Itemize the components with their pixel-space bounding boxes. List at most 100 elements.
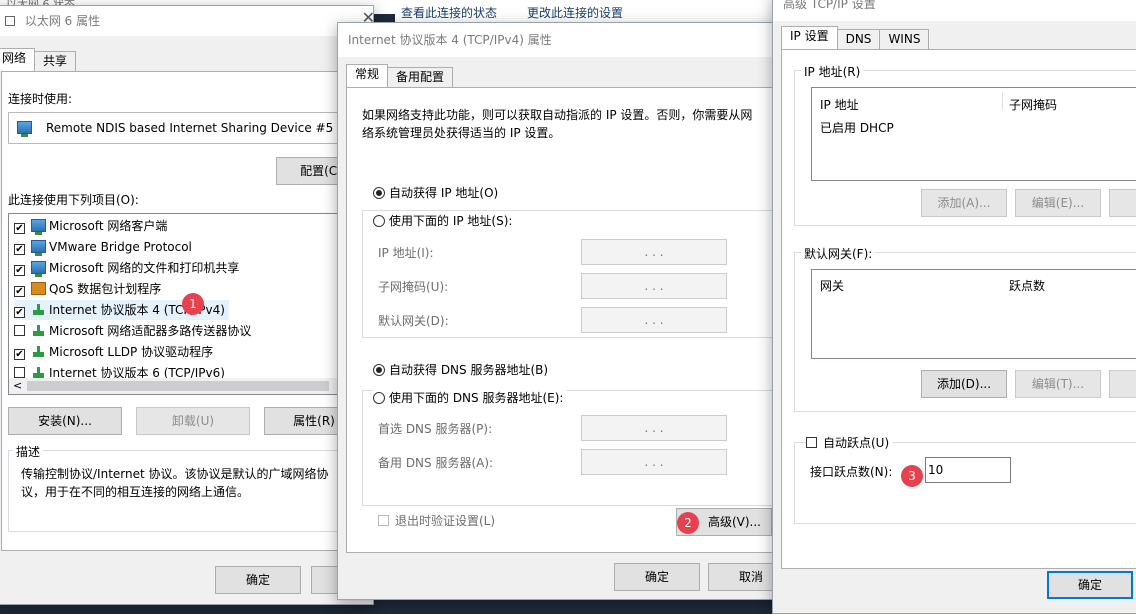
item-checkbox[interactable]: ✔	[14, 223, 25, 234]
view-status-link[interactable]: 查看此连接的状态	[401, 4, 497, 21]
horizontal-scrollbar[interactable]: <	[9, 378, 361, 394]
general-tab-pane: 如果网络支持此功能，则可以获取自动指派的 IP 设置。否则，你需要从网络系统管理…	[346, 87, 782, 553]
item-label: QoS 数据包计划程序	[49, 282, 162, 296]
network-client-icon	[31, 219, 46, 235]
list-item[interactable]: Microsoft 网络适配器多路传送器协议	[14, 321, 251, 341]
protocol-icon	[31, 345, 46, 358]
tab-dns[interactable]: DNS	[836, 29, 881, 49]
scroll-thumb[interactable]	[27, 381, 329, 391]
ethernet-ok-button[interactable]: 确定	[215, 566, 301, 594]
item-checkbox[interactable]	[14, 367, 25, 378]
network-client-icon	[31, 240, 46, 256]
remove-gateway-button[interactable]	[1109, 370, 1136, 398]
edit-gateway-button[interactable]: 编辑(T)...	[1015, 370, 1101, 398]
validate-checkbox[interactable]: 退出时验证设置(L)	[378, 512, 495, 529]
item-checkbox[interactable]: ✔	[14, 244, 25, 255]
auto-ip-label: 自动获得 IP 地址(O)	[389, 186, 499, 200]
alternate-dns-label: 备用 DNS 服务器(A):	[378, 456, 494, 470]
remove-ip-button[interactable]	[1109, 189, 1136, 217]
auto-metric-checkbox-box	[806, 437, 817, 448]
auto-metric-checkbox[interactable]: 自动跃点(U)	[806, 434, 894, 451]
dns-group	[362, 390, 782, 506]
step-badge-3: 3	[901, 465, 923, 487]
advanced-tcpip-dialog: 高级 TCP/IP 设置 IP 设置 DNS WINS IP 地址(R) IP …	[772, 0, 1136, 614]
tab-alternate[interactable]: 备用配置	[387, 67, 454, 87]
ip-address-field[interactable]: . . .	[581, 239, 727, 265]
tab-general[interactable]: 常规	[346, 64, 389, 87]
qos-icon	[31, 282, 46, 295]
uninstall-button[interactable]: 卸载(U)	[136, 407, 250, 435]
item-checkbox[interactable]: ✔	[14, 349, 25, 360]
description-title: 描述	[13, 443, 44, 460]
auto-dns-label: 自动获得 DNS 服务器地址(B)	[389, 363, 549, 377]
edit-ip-button[interactable]: 编辑(E)...	[1015, 189, 1101, 217]
items-label: 此连接使用下列项目(O):	[8, 193, 139, 207]
col-subnet-mask[interactable]: 子网掩码	[1009, 96, 1057, 113]
tab-strip: 网络 共享	[0, 48, 77, 71]
manual-ip-radio[interactable]: 使用下面的 IP 地址(S):	[373, 212, 517, 229]
auto-ip-radio-dot	[373, 187, 385, 199]
item-checkbox[interactable]: ✔	[14, 265, 25, 276]
add-ip-button[interactable]: 添加(A)...	[921, 189, 1007, 217]
scroll-left-icon[interactable]: <	[13, 378, 22, 394]
validate-label: 退出时验证设置(L)	[395, 514, 496, 528]
mask-label: 子网掩码(U):	[378, 280, 449, 294]
interface-metric-label: 接口跃点数(N):	[810, 465, 893, 479]
list-item[interactable]: ✔ VMware Bridge Protocol	[14, 237, 192, 257]
step-badge-1: 1	[182, 293, 204, 315]
default-gateway-field[interactable]: . . .	[581, 307, 727, 333]
item-checkbox[interactable]: ✔	[14, 307, 25, 318]
manual-dns-label: 使用下面的 DNS 服务器地址(E):	[389, 391, 564, 405]
auto-dns-radio[interactable]: 自动获得 DNS 服务器地址(B)	[373, 361, 548, 378]
item-checkbox[interactable]: ✔	[14, 286, 25, 297]
auto-dns-radio-dot	[373, 364, 385, 376]
adapter-icon	[5, 16, 15, 26]
preferred-dns-label: 首选 DNS 服务器(P):	[378, 422, 493, 436]
intro-text: 如果网络支持此功能，则可以获取自动指派的 IP 设置。否则，你需要从网络系统管理…	[362, 108, 753, 140]
preferred-dns-field[interactable]: . . .	[581, 415, 727, 441]
item-label: Microsoft 网络适配器多路传送器协议	[49, 324, 252, 338]
interface-metric-input[interactable]: 10	[925, 457, 1011, 483]
tab-network[interactable]: 网络	[0, 48, 36, 71]
install-button[interactable]: 安装(N)...	[8, 407, 122, 435]
auto-metric-label: 自动跃点(U)	[823, 436, 890, 450]
tab-sharing[interactable]: 共享	[34, 51, 77, 71]
dialog-title: 以太网 6 属性	[24, 14, 101, 28]
list-item[interactable]: ✔ QoS 数据包计划程序	[14, 279, 161, 299]
subnet-mask-dots: . . .	[644, 279, 664, 293]
ip-address-dots: . . .	[644, 245, 664, 259]
metric-group	[794, 442, 1136, 524]
ipv4-properties-dialog: Internet 协议版本 4 (TCP/IPv4) 属性 常规 备用配置 如果…	[337, 22, 785, 600]
device-name: Remote NDIS based Internet Sharing Devic…	[46, 121, 334, 135]
ipv4-dialog-title: Internet 协议版本 4 (TCP/IPv4) 属性	[348, 33, 552, 47]
subnet-mask-field[interactable]: . . .	[581, 273, 727, 299]
protocol-icon	[31, 324, 46, 337]
ip-address-list[interactable]: IP 地址 子网掩码 已启用 DHCP	[811, 87, 1136, 181]
tab-ip-settings[interactable]: IP 设置	[781, 26, 838, 49]
col-separator	[1002, 92, 1003, 110]
description-group: 描述 传输控制协议/Internet 协议。该协议是默认的广域网络协议，用于在不…	[8, 443, 362, 532]
ipv4-ok-button[interactable]: 确定	[614, 563, 700, 591]
list-item[interactable]: ✔ Microsoft 网络的文件和打印机共享	[14, 258, 239, 278]
change-settings-link[interactable]: 更改此连接的设置	[527, 4, 623, 21]
alternate-dns-field[interactable]: . . .	[581, 449, 727, 475]
item-label: Microsoft LLDP 协议驱动程序	[49, 345, 214, 359]
auto-ip-radio[interactable]: 自动获得 IP 地址(O)	[373, 184, 498, 201]
tab-wins[interactable]: WINS	[879, 29, 930, 49]
add-gateway-button[interactable]: 添加(D)...	[921, 370, 1007, 398]
col-gateway[interactable]: 网关	[820, 277, 844, 294]
list-item[interactable]: ✔ Microsoft LLDP 协议驱动程序	[14, 342, 213, 362]
col-ip-address[interactable]: IP 地址	[820, 96, 859, 113]
manual-dns-radio-dot	[373, 392, 385, 404]
item-checkbox[interactable]	[14, 325, 25, 336]
list-item[interactable]: ✔ Microsoft 网络客户端	[14, 216, 167, 236]
advanced-ok-button[interactable]: 确定	[1047, 571, 1133, 599]
manual-dns-radio[interactable]: 使用下面的 DNS 服务器地址(E):	[373, 389, 568, 406]
protocol-icon	[31, 303, 46, 316]
col-metric[interactable]: 跃点数	[1009, 277, 1045, 294]
device-box: Remote NDIS based Internet Sharing Devic…	[8, 112, 360, 144]
dhcp-enabled-row[interactable]: 已启用 DHCP	[820, 119, 894, 136]
manual-ip-radio-dot	[373, 215, 385, 227]
network-client-icon	[31, 261, 46, 277]
gateway-list[interactable]: 网关 跃点数	[811, 269, 1136, 359]
